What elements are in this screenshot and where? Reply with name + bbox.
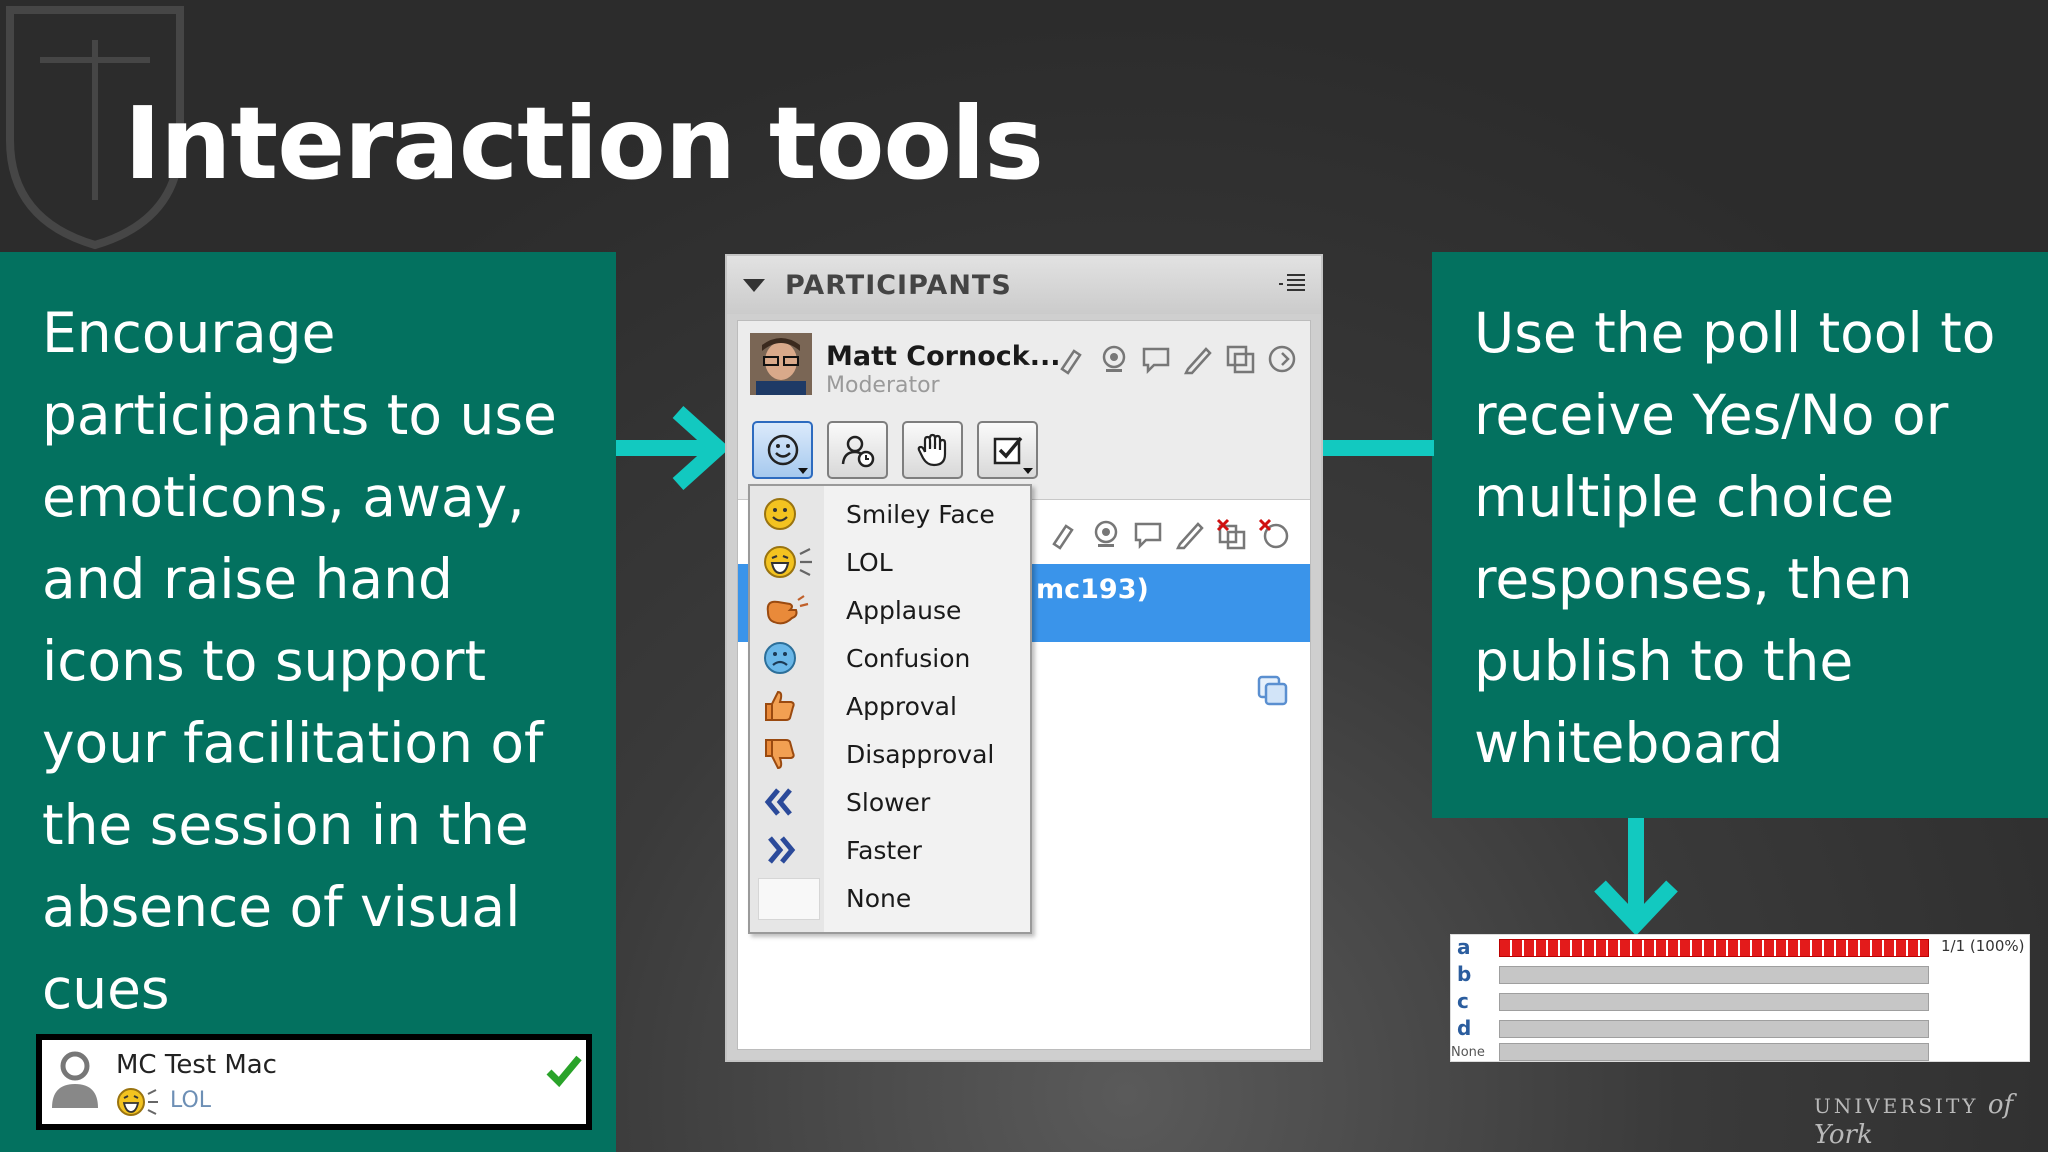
menu-item-slower[interactable]: Slower (750, 778, 1030, 826)
checkmark-icon (546, 1055, 582, 1088)
slide-title: Interaction tools (124, 85, 1044, 202)
menu-item-label: Smiley Face (846, 500, 995, 529)
participant-permission-icons (1048, 518, 1290, 550)
menu-item-disapproval[interactable]: Disapproval (750, 730, 1030, 778)
away-icon (841, 435, 874, 468)
whiteboard-permission-icon[interactable] (1174, 518, 1206, 550)
moderator-role: Moderator (826, 373, 940, 398)
poll-result-text: 1/1 (100%) (1941, 937, 2025, 955)
menu-item-confusion[interactable]: Confusion (750, 634, 1030, 682)
webcam-permission-icon[interactable] (1090, 518, 1122, 550)
confusion-icon (764, 642, 796, 674)
poll-option-label: None (1451, 1045, 1485, 1060)
emoticons-tip-panel: Encourage participants to use emoticons,… (0, 252, 616, 1152)
poll-bar-none (1499, 1043, 1929, 1061)
moderator-name: Matt Cornock... (826, 341, 1061, 372)
poll-tip-text: Use the poll tool to receive Yes/No or m… (1474, 301, 1996, 775)
menu-item-label: Applause (846, 596, 962, 625)
applause-icon (766, 595, 809, 625)
poll-row-a: a 1/1 (100%) (1451, 935, 2031, 961)
menu-item-lol[interactable]: LOL (750, 538, 1030, 586)
poll-option-label: a (1457, 935, 1471, 959)
interaction-toolbar (752, 421, 1038, 479)
emoticon-icon (767, 434, 798, 466)
menu-item-applause[interactable]: Applause (750, 586, 1030, 634)
selected-participant-name: mc193) (1036, 574, 1149, 605)
poll-bar-c (1499, 993, 1929, 1011)
menu-item-label: LOL (846, 548, 893, 577)
poll-row-none: None (1451, 1039, 2031, 1065)
emoticon-menu: Smiley Face LOL Applause Confusion Appro… (748, 484, 1032, 934)
poll-bar-a (1499, 939, 1929, 957)
lol-icon (117, 1088, 158, 1116)
participant-card: MC Test Mac LOL (36, 1034, 592, 1130)
away-button[interactable] (827, 421, 888, 479)
whiteboard-permission-icon[interactable] (1182, 343, 1214, 375)
chat-permission-icon[interactable] (1140, 343, 1172, 375)
menu-item-approval[interactable]: Approval (750, 682, 1030, 730)
emoticon-button[interactable] (752, 421, 813, 479)
moderator-avatar (750, 333, 812, 395)
emoticons-tip-text: Encourage participants to use emoticons,… (42, 301, 557, 1021)
poll-tip-panel: Use the poll tool to receive Yes/No or m… (1432, 252, 2048, 818)
raise-hand-icon (917, 433, 946, 467)
emoticon-dropdown-caret (798, 468, 808, 474)
moderator-row[interactable]: Matt Cornock... Moderator (738, 321, 1310, 407)
poll-row-c: c (1451, 989, 2031, 1015)
menu-item-label: Confusion (846, 644, 971, 673)
slower-icon (764, 788, 792, 816)
web-tour-denied-icon[interactable] (1258, 518, 1290, 550)
shared-screen-icon[interactable] (1256, 674, 1290, 708)
poll-bar-b (1499, 966, 1929, 984)
logo-of-text: of (1987, 1090, 2014, 1120)
panel-menu-icon[interactable] (1279, 272, 1307, 296)
poll-icon (993, 436, 1022, 465)
poll-option-label: b (1457, 962, 1472, 986)
thumbs-down-icon (765, 739, 795, 770)
microphone-permission-icon[interactable] (1056, 343, 1088, 375)
university-logo: UNIVERSITY of York (1814, 1090, 2048, 1150)
menu-item-faster[interactable]: Faster (750, 826, 1030, 874)
poll-option-label: d (1457, 1016, 1472, 1040)
faster-icon (768, 836, 796, 864)
lol-icon (764, 546, 812, 578)
arrow-right-icon (616, 406, 728, 490)
menu-item-label: Slower (846, 788, 931, 817)
app-share-permission-icon[interactable] (1224, 343, 1256, 375)
web-tour-permission-icon[interactable] (1266, 343, 1298, 375)
logo-city-text: York (1814, 1120, 1873, 1150)
user-avatar-icon (52, 1051, 98, 1108)
raise-hand-button[interactable] (902, 421, 963, 479)
menu-item-label: Faster (846, 836, 922, 865)
menu-item-none[interactable]: None (750, 874, 1030, 922)
participant-status: LOL (170, 1088, 212, 1113)
app-share-denied-icon[interactable] (1216, 518, 1248, 550)
poll-dropdown-caret (1023, 468, 1033, 474)
participant-name: MC Test Mac (116, 1050, 277, 1080)
menu-item-label: None (846, 884, 912, 913)
chat-permission-icon[interactable] (1132, 518, 1164, 550)
menu-item-smiley-face[interactable]: Smiley Face (750, 490, 1030, 538)
poll-option-label: c (1457, 989, 1469, 1013)
webcam-permission-icon[interactable] (1098, 343, 1130, 375)
poll-bar-d (1499, 1020, 1929, 1038)
poll-results: a 1/1 (100%) b c d None (1450, 934, 2030, 1062)
participants-header[interactable]: PARTICIPANTS (727, 256, 1321, 314)
arrow-down-icon (1594, 818, 1678, 936)
logo-university-text: UNIVERSITY (1814, 1094, 1979, 1118)
smiley-face-icon (764, 498, 796, 530)
collapse-triangle-icon[interactable] (743, 278, 765, 292)
microphone-permission-icon[interactable] (1048, 518, 1080, 550)
menu-item-label: Disapproval (846, 740, 995, 769)
moderator-permission-icons (1056, 343, 1298, 375)
participants-title: PARTICIPANTS (785, 269, 1012, 301)
none-icon (758, 878, 820, 920)
menu-item-label: Approval (846, 692, 957, 721)
thumbs-up-icon (765, 690, 795, 721)
poll-row-b: b (1451, 962, 2031, 988)
poll-button[interactable] (977, 421, 1038, 479)
